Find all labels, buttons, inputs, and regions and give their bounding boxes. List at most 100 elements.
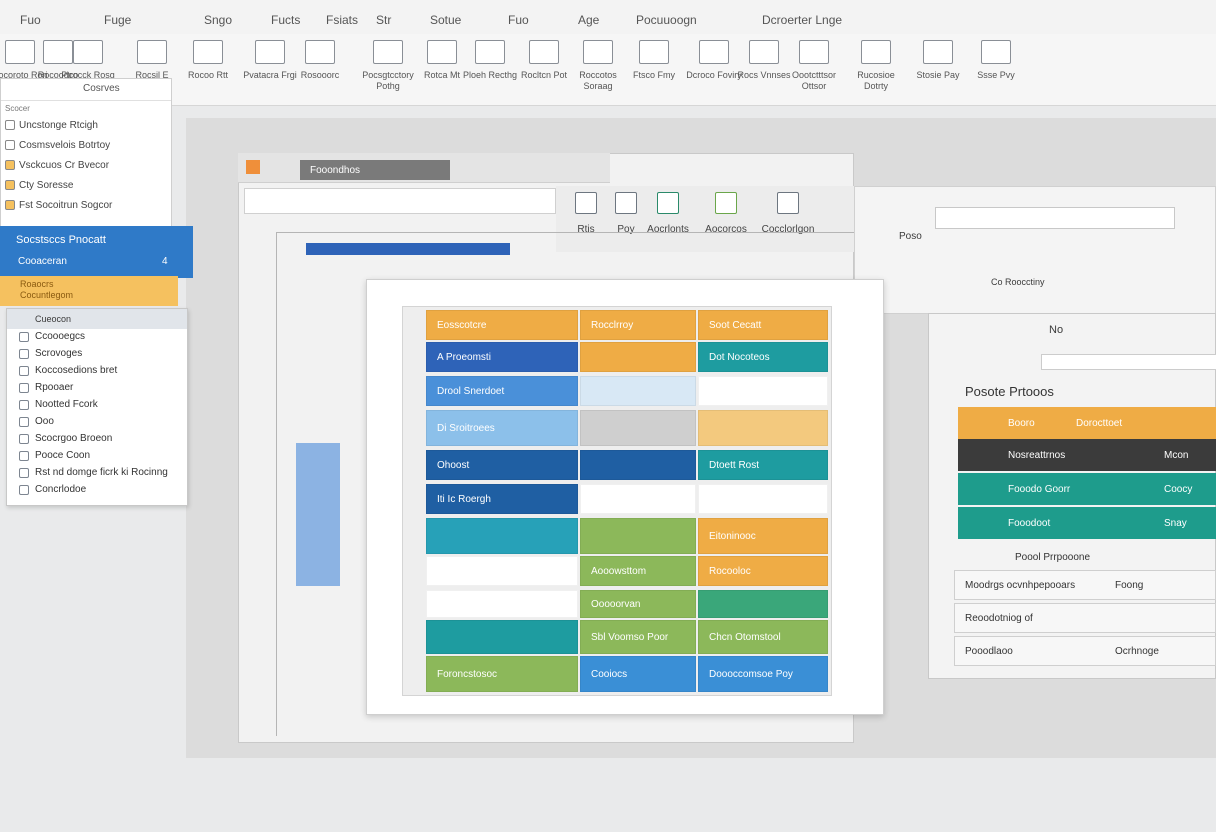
grid-cell[interactable] [426, 590, 578, 618]
menu-item[interactable]: Fucts [271, 13, 300, 27]
selected-panel[interactable]: Socstsccs Pnocatt Cooaceran 4 [0, 226, 193, 278]
grid-cell[interactable]: Eosscotcre [426, 310, 578, 340]
dropdown-item[interactable]: Ccoooegcs [7, 329, 187, 346]
grid-cell[interactable]: Sbl Voomso Poor [580, 620, 696, 654]
dropdown-item[interactable]: Pooce Coon [7, 448, 187, 465]
grid-cell[interactable] [698, 376, 828, 406]
ribbon-button[interactable]: Rocsil E [124, 40, 180, 81]
grid-cell[interactable]: Iti Ic Roergh [426, 484, 578, 514]
menu-item[interactable]: Sngo [204, 13, 232, 27]
ribbon-button[interactable]: Rocoo Rtt [180, 40, 236, 81]
ribbon-button[interactable]: Rocs Vnnses [736, 40, 792, 81]
ribbon-button[interactable]: Oootctttsor Ottsor [786, 40, 842, 92]
form-row[interactable]: Moodrgs ocvnhpepooars Foong [954, 570, 1216, 600]
grid-cell[interactable]: Di Sroitroees [426, 410, 578, 446]
grid-cell[interactable]: Ooooorvan [580, 590, 696, 618]
grid-cell[interactable]: Cooiocs [580, 656, 696, 692]
form-row[interactable]: Pooodlaoo Ocrhnoge [954, 636, 1216, 666]
ribbon-button[interactable]: Ploeh Recthg [462, 40, 518, 81]
list-item[interactable]: Fst Socoitrun Sogcor [1, 197, 171, 217]
menu-item[interactable]: Sotue [430, 13, 461, 27]
list-item[interactable]: Cosmsvelois Botrtoy [1, 137, 171, 157]
dropdown-item[interactable]: Rpooaer [7, 380, 187, 397]
grid-cell[interactable]: A Proeomsti [426, 342, 578, 372]
toolbar-button[interactable]: Cocclorlgon [758, 192, 818, 235]
grid-cell[interactable] [426, 556, 578, 586]
properties-row[interactable]: Nosreattrnos Mcon [958, 439, 1216, 471]
list-item[interactable]: Vsckcuos Cr Bvecor [1, 157, 171, 177]
grid-cell[interactable] [580, 484, 696, 514]
grid-cell[interactable]: Drool Snerdoet [426, 376, 578, 406]
address-bar[interactable] [244, 188, 556, 214]
properties-row[interactable]: Booro Dorocttoet [958, 407, 1216, 439]
menu-item[interactable]: Pocuuoogn [636, 13, 697, 27]
list-item-label: Uncstonge Rtcigh [19, 120, 98, 131]
highlight-item[interactable]: Roaocrs Cocuntlegom [0, 276, 178, 306]
search-input[interactable] [935, 207, 1175, 229]
ribbon-button[interactable]: Dcroco Foviry [686, 40, 742, 81]
grid-cell[interactable] [580, 410, 696, 446]
list-item[interactable]: Uncstonge Rtcigh [1, 117, 171, 137]
ribbon-button[interactable]: Rocltcn Pot [516, 40, 572, 81]
grid-cell[interactable]: Foroncstosoc [426, 656, 578, 692]
grid-cell[interactable]: Rocclrroy [580, 310, 696, 340]
grid-cell[interactable] [426, 620, 578, 654]
menu-item[interactable]: Fuo [508, 13, 529, 27]
ribbon-button[interactable]: Ftsco Fmy [626, 40, 682, 81]
menu-item[interactable]: Fuge [104, 13, 131, 27]
grid-cell[interactable] [580, 342, 696, 372]
grid-cell[interactable] [580, 518, 696, 554]
ribbon-button[interactable]: Ssse Pvy [968, 40, 1024, 81]
properties-row[interactable]: Fooodo Goorr Coocy [958, 473, 1216, 505]
grid-cell[interactable] [698, 484, 828, 514]
dropdown-item-label: Ooo [35, 416, 54, 427]
menu-item[interactable]: Fuo [20, 13, 41, 27]
ribbon-button[interactable]: Ptrocck Rosg [60, 40, 116, 81]
ribbon-button[interactable]: Pvatacra Frgi [242, 40, 298, 81]
ribbon-button[interactable]: Rucosioe Dotrty [848, 40, 904, 92]
grid-cell[interactable]: Aooowsttom [580, 556, 696, 586]
grid-cell[interactable]: Eitoninooc [698, 518, 828, 554]
menu-item[interactable]: Fsiats [326, 13, 358, 27]
ribbon-button[interactable]: Rosooorc [292, 40, 348, 81]
form-value: Foong [1115, 580, 1144, 591]
ribbon-button[interactable]: Pocsgtcctory Pothg [360, 40, 416, 92]
grid-cell[interactable] [426, 518, 578, 554]
grid-cell[interactable]: Doooccomsoe Poy [698, 656, 828, 692]
grid-cell[interactable]: Chcn Otomstool [698, 620, 828, 654]
selected-panel-title: Socstsccs Pnocatt [16, 234, 106, 246]
grid-cell[interactable]: Rocooloc [698, 556, 828, 586]
ribbon-button-label: Rucosioe Dotrty [857, 70, 895, 91]
dropdown-item[interactable]: Koccosedions bret [7, 363, 187, 380]
toolbar-button-label: Rtis [577, 224, 595, 235]
grid-cell[interactable]: Dtoett Rost [698, 450, 828, 480]
grid-cell[interactable] [698, 410, 828, 446]
selected-panel-sub-label: Cooaceran [18, 256, 67, 267]
ribbon-button-label: Pvatacra Frgi [243, 70, 297, 80]
list-item[interactable]: Cty Soresse [1, 177, 171, 197]
ribbon-button[interactable]: Stosie Pay [910, 40, 966, 81]
grid-cell[interactable] [698, 590, 828, 618]
grid-cell[interactable]: Dot Nocoteos [698, 342, 828, 372]
dropdown-item[interactable]: Scocrgoo Broeon [7, 431, 187, 448]
menu-item[interactable]: Age [578, 13, 599, 27]
dropdown-item[interactable]: Rst nd domge ficrk ki Rocinng [7, 465, 187, 482]
dropdown-item[interactable]: Nootted Fcork [7, 397, 187, 414]
menu-item[interactable]: Dcroerter Lnge [762, 13, 842, 27]
dropdown-menu: Cueocon Ccoooegcs Scrovoges Koccosedions b… [6, 308, 188, 506]
grid-cell[interactable]: Ohoost [426, 450, 578, 480]
dropdown-item[interactable]: Concrlodoe [7, 482, 187, 499]
ribbon-button[interactable]: Roccotos Soraag [570, 40, 626, 92]
form-row[interactable]: Reoodotniog of [954, 603, 1216, 633]
menu-item[interactable]: Str [376, 13, 391, 27]
grid-cell[interactable] [580, 376, 696, 406]
dropdown-item[interactable]: Ooo [7, 414, 187, 431]
dropdown-item-label: Scocrgoo Broeon [35, 433, 113, 444]
toolbar-button[interactable]: Aocrlonts [638, 192, 698, 235]
properties-search[interactable] [1041, 354, 1216, 370]
properties-row[interactable]: Fooodoot Snay [958, 507, 1216, 539]
grid-cell[interactable] [580, 450, 696, 480]
dropdown-item[interactable]: Scrovoges [7, 346, 187, 363]
grid-cell[interactable]: Soot Cecatt [698, 310, 828, 340]
toolbar-button[interactable]: Aocorcos [696, 192, 756, 235]
